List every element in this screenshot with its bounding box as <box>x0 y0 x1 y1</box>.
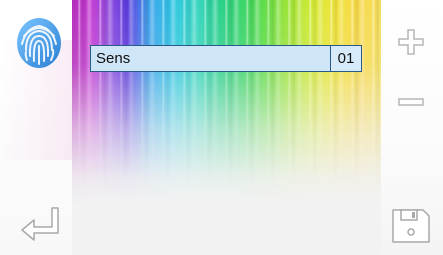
setting-label: Sens <box>91 46 330 71</box>
fingerprint-icon <box>17 18 61 68</box>
device-screen: Sens 01 <box>0 0 443 255</box>
floppy-disk-icon <box>392 209 430 243</box>
rainbow-streaks <box>72 0 381 255</box>
enter-back-arrow-icon <box>21 207 59 241</box>
setting-value: 01 <box>330 46 361 71</box>
fingerprint-button[interactable] <box>14 16 64 70</box>
setting-row[interactable]: Sens 01 <box>90 45 362 72</box>
back-button[interactable] <box>16 205 64 245</box>
plus-icon <box>398 29 424 55</box>
decrease-button[interactable] <box>396 92 426 112</box>
increase-button[interactable] <box>396 27 426 57</box>
minus-icon <box>398 98 424 106</box>
save-button[interactable] <box>389 206 433 246</box>
center-panel <box>72 0 381 255</box>
